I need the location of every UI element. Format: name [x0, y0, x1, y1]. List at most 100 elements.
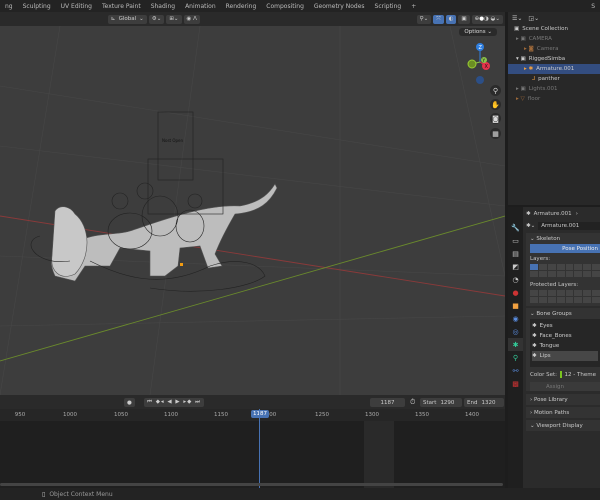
protected-layers-grid[interactable] — [530, 290, 600, 306]
tab-animation[interactable]: Animation — [180, 3, 221, 10]
add-workspace-button[interactable]: + — [406, 3, 421, 10]
world-tab-icon[interactable]: ● — [508, 286, 523, 299]
options-dropdown[interactable]: Options ⌄ — [459, 28, 497, 36]
tab-shading[interactable]: Shading — [146, 3, 180, 10]
bone-group-item-selected[interactable]: ✱ Lips — [532, 351, 598, 361]
bone-constraint-tab-icon[interactable]: ⚯ — [508, 364, 523, 377]
record-button[interactable]: ● — [124, 398, 135, 407]
view-layer-tab-icon[interactable]: ◩ — [508, 260, 523, 273]
outliner-item[interactable]: ▸ ▽ floor — [508, 94, 600, 104]
tab-uv-editing[interactable]: UV Editing — [56, 3, 97, 10]
mesh-icon: ▸ ▽ — [516, 96, 525, 102]
playhead-label[interactable]: 1187 — [251, 410, 269, 418]
tab-geometry-nodes[interactable]: Geometry Nodes — [309, 3, 370, 10]
hand-icon[interactable]: ✋ — [490, 99, 501, 110]
end-value: 1320 — [481, 399, 496, 406]
tick-label: 1250 — [315, 412, 329, 418]
bone-groups-panel-header[interactable]: ⌄ Bone Groups — [526, 308, 600, 319]
pose-position-button[interactable]: Pose Position — [530, 244, 600, 253]
data-block-selector[interactable]: ✱⌄ Armature.001 — [526, 220, 600, 231]
tab-rendering[interactable]: Rendering — [221, 3, 262, 10]
overlay-toggle-icon[interactable]: ◐ — [445, 14, 457, 24]
timeline-area[interactable] — [0, 409, 505, 488]
proportional-edit-icon[interactable]: ◉ Λ — [183, 14, 200, 24]
bone-group-item[interactable]: ✱ Eyes — [532, 321, 598, 331]
tab-texture-paint[interactable]: Texture Paint — [97, 3, 146, 10]
bone-group-item[interactable]: ✱ Face_Bones — [532, 331, 598, 341]
bone-tab-icon[interactable]: ⚲ — [508, 351, 523, 364]
current-frame-field[interactable]: 1187 — [370, 398, 405, 407]
outliner-item[interactable]: ▾ ▣ RiggedSimba — [508, 54, 600, 64]
xray-icon[interactable]: ▣ — [458, 14, 470, 24]
outliner-item[interactable]: ▣ Scene Collection — [508, 24, 600, 34]
scene-tab-icon[interactable]: ◔ — [508, 273, 523, 286]
playhead-line[interactable] — [259, 409, 260, 488]
tab-scripting[interactable]: Scripting — [370, 3, 407, 10]
pose-library-panel[interactable]: › Pose Library — [526, 394, 600, 405]
display-mode-icon[interactable]: ☰⌄ — [512, 15, 522, 22]
zoom-icon[interactable]: ⚲ — [490, 85, 501, 96]
skeleton-panel-header[interactable]: ⌄ Skeleton — [526, 233, 600, 244]
layers-grid[interactable] — [530, 264, 600, 277]
bone-group-item[interactable]: ✱ Tongue — [532, 341, 598, 351]
collection-icon: ▸ ▣ — [516, 36, 526, 42]
panel-title: Bone Groups — [536, 310, 572, 317]
start-label: Start — [423, 399, 437, 406]
shading-modes[interactable]: ⊕ ● ◑ ◒⌄ — [471, 14, 503, 24]
outliner-item[interactable]: ▸ ◙ Camera — [508, 44, 600, 54]
color-set-dropdown[interactable]: 12 - Theme — [565, 372, 596, 378]
camera-icon[interactable]: ◙ — [490, 113, 501, 124]
horizontal-scrollbar[interactable] — [0, 483, 503, 486]
item-label: CAMERA — [528, 36, 552, 42]
outliner-item[interactable]: ▸ ▣ Lights.001 — [508, 84, 600, 94]
texture-tab-icon[interactable]: ▩ — [508, 377, 523, 390]
armature-data-tab-icon[interactable]: ✱ — [508, 338, 523, 351]
item-label: Lips — [539, 353, 551, 359]
pivot-icon[interactable]: ⚙⌄ — [148, 14, 165, 24]
tab-sculpting[interactable]: Sculpting — [18, 3, 56, 10]
motion-paths-panel[interactable]: › Motion Paths — [526, 407, 600, 418]
armature-name-field[interactable]: Armature.001 — [538, 221, 600, 230]
output-tab-icon[interactable]: ▤ — [508, 247, 523, 260]
transform-orientation-dropdown[interactable]: ⊾ Global ⌄ — [108, 14, 147, 24]
3d-viewport[interactable]: Nost Open Options ⌄ Z X Y ⚲ ✋ ◙ ▦ — [0, 26, 505, 395]
physics-tab-icon[interactable]: ◎ — [508, 325, 523, 338]
grid-icon[interactable]: ▦ — [490, 128, 501, 139]
outliner-item[interactable]: ▸ ▣ CAMERA — [508, 34, 600, 44]
scene-selector[interactable]: S — [586, 3, 600, 10]
playback-controls[interactable]: ⏮ ◆◂ ◀ ▶ ▸◆ ⏭ — [144, 398, 205, 407]
start-frame-field[interactable]: Start 1290 — [420, 398, 462, 407]
modifier-tab-icon[interactable]: ◉ — [508, 312, 523, 325]
outliner-item[interactable]: ⅃ panther — [508, 74, 600, 84]
navigation-gizmo[interactable]: Z X Y — [462, 40, 498, 86]
workspace-tabs: ng Sculpting UV Editing Texture Paint Sh… — [0, 0, 600, 12]
tool-tab-icon[interactable]: 🔧 — [508, 221, 523, 234]
snap-icon[interactable]: ⊞⌄ — [166, 14, 182, 24]
viewport-display-panel[interactable]: ⌄ Viewport Display — [526, 420, 600, 431]
color-set-row: Color Set: 12 - Theme — [526, 367, 600, 380]
panel-title: Motion Paths — [533, 409, 570, 416]
tab-layout[interactable]: ng — [0, 3, 18, 10]
collection-icon: ▸ ▣ — [516, 86, 526, 92]
status-bar: ▯ Object Context Menu — [0, 488, 600, 500]
bone-icon: ✱ — [532, 323, 537, 329]
collection-icon: ▣ — [514, 26, 520, 32]
render-tab-icon[interactable]: ▭ — [508, 234, 523, 247]
item-label: Face_Bones — [539, 333, 572, 339]
object-tab-icon[interactable]: ■ — [508, 299, 523, 312]
filter-icon[interactable]: ◲⌄ — [528, 15, 539, 22]
end-frame-field[interactable]: End 1320 — [464, 398, 504, 407]
outliner-item[interactable]: ▸ ✱ Armature.001 — [508, 64, 600, 74]
color-set-label: Color Set: — [530, 371, 557, 378]
bone-group-list: ✱ Eyes ✱ Face_Bones ✱ Tongue ✱ Lips — [530, 319, 600, 367]
z-axis-label: Z — [479, 45, 483, 51]
timeline-ruler[interactable]: 950 1000 1050 1100 1150 200 1250 1300 13… — [0, 409, 505, 421]
assign-button[interactable]: Assign — [530, 382, 600, 391]
tick-label: 1050 — [114, 412, 128, 418]
scene-canvas: Nost Open — [0, 26, 505, 395]
tick-label: 1400 — [465, 412, 479, 418]
tab-compositing[interactable]: Compositing — [261, 3, 309, 10]
gizmo-toggle-icon[interactable]: ⤧ — [433, 14, 444, 24]
stopwatch-icon[interactable]: ⏱ — [410, 398, 415, 407]
visibility-icon[interactable]: ⚲⌄ — [416, 14, 432, 24]
